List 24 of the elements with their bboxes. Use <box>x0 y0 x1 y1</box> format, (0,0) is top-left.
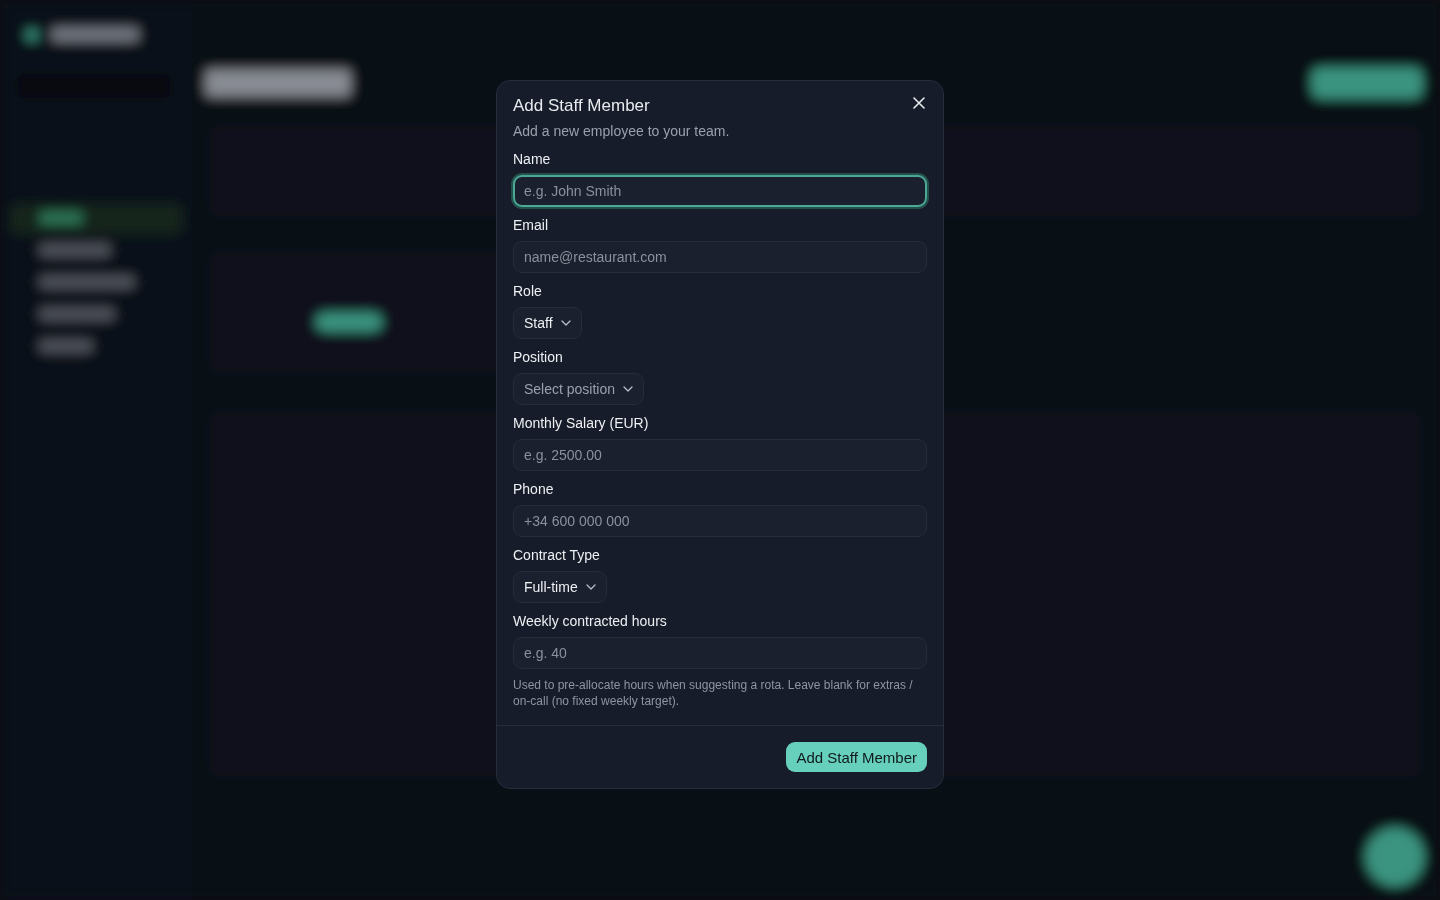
select-dropdown[interactable]: Select position <box>513 373 645 405</box>
dialog-description: Add a new employee to your team. <box>513 122 731 141</box>
field-label: Phone <box>513 480 554 499</box>
help-text: Used to pre-allocate hours when suggesting a rota. Leave blank for extras / on-call (no fixed weekly target). <box>513 677 914 709</box>
field-label: Contract Type <box>513 546 600 565</box>
select-dropdown[interactable]: Staff <box>513 307 582 339</box>
field-label: Name <box>513 150 551 169</box>
close-icon[interactable] <box>911 95 927 111</box>
select-dropdown[interactable]: Full-time <box>513 571 607 603</box>
field-label: Position <box>513 348 563 367</box>
chevron-down-icon <box>585 584 596 590</box>
field-label: Role <box>513 282 542 301</box>
add-staff-button[interactable]: Add Staff Member <box>786 742 927 772</box>
dialog-title: Add Staff Member <box>513 95 650 117</box>
chevron-down-icon <box>623 386 634 392</box>
input-field[interactable]: e.g. 40 <box>513 637 927 669</box>
field-label: Email <box>513 216 548 235</box>
input-field[interactable]: name@restaurant.com <box>513 241 927 273</box>
chevron-down-icon <box>560 320 571 326</box>
field-label: Monthly Salary (EUR) <box>513 414 649 433</box>
input-field[interactable]: e.g. John Smith <box>513 175 927 207</box>
field-label: Weekly contracted hours <box>513 612 667 631</box>
input-field[interactable]: e.g. 2500.00 <box>513 439 927 471</box>
input-field[interactable]: +34 600 000 000 <box>513 505 927 537</box>
